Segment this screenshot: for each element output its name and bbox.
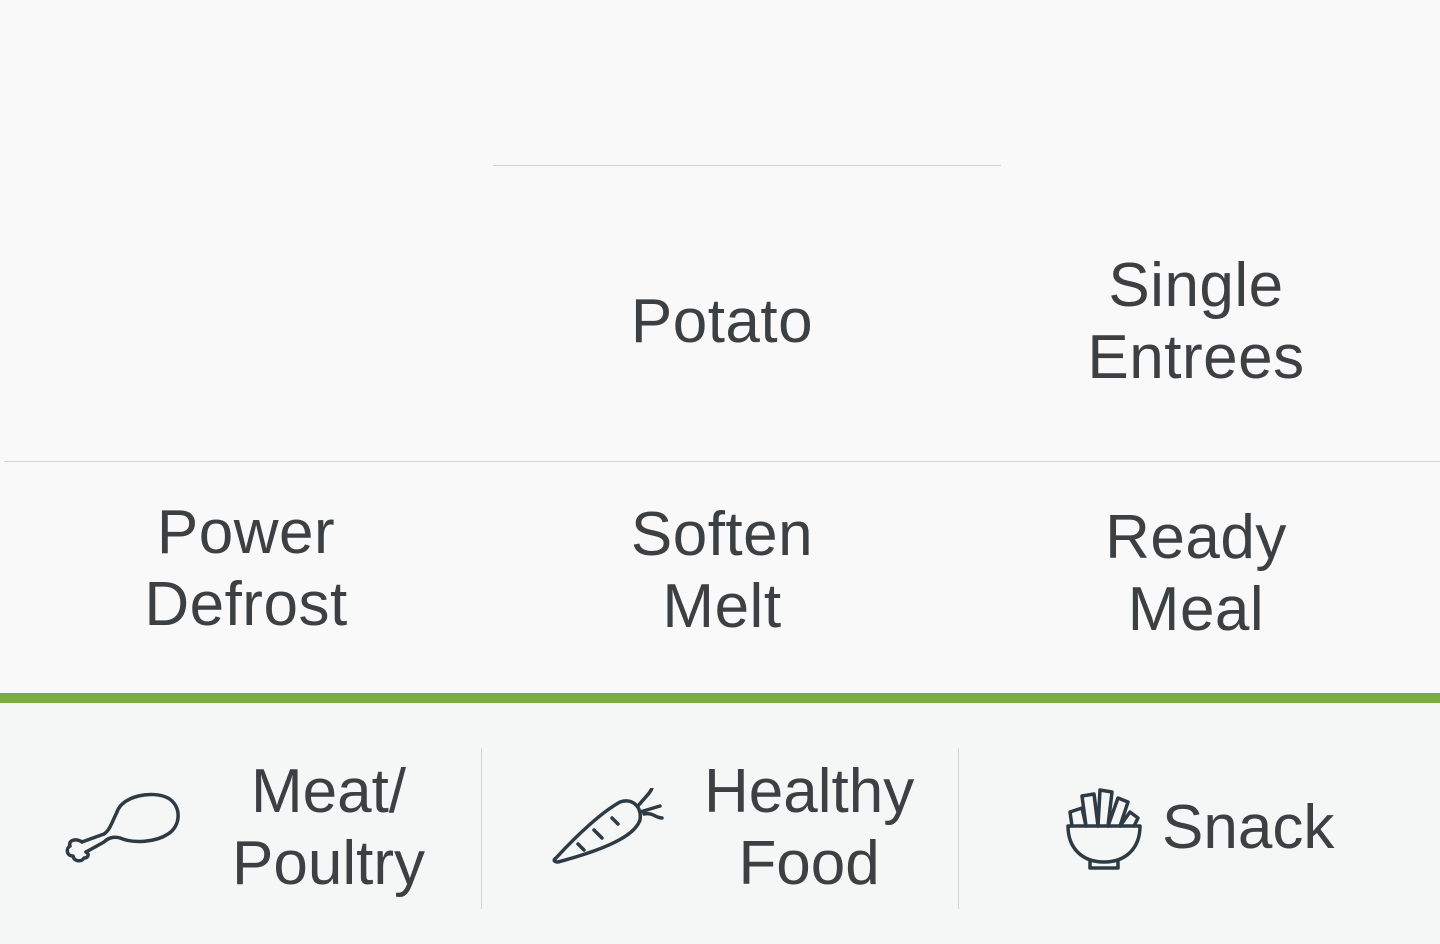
row-divider	[4, 461, 1440, 462]
category-accent-bar	[0, 693, 1440, 703]
category-healthy-food-button[interactable]: Healthy Food	[548, 748, 948, 908]
snack-bowl-icon	[1064, 786, 1144, 870]
category-panel: Meat/ Poultry Healthy Food Snack	[0, 703, 1440, 944]
mode-ready-meal-button[interactable]: Ready Meal	[958, 502, 1434, 646]
mode-single-entrees-label: Single Entrees	[1087, 251, 1305, 392]
category-snack-button[interactable]: Snack	[1064, 748, 1424, 908]
mode-potato-button[interactable]: Potato	[482, 250, 962, 394]
mode-single-entrees-button[interactable]: Single Entrees	[958, 250, 1434, 394]
mode-soften-melt-label: Soften Melt	[630, 500, 814, 641]
mode-power-defrost-label: Power Defrost	[144, 498, 348, 639]
category-snack-label: Snack	[1162, 793, 1335, 862]
category-divider-1	[481, 748, 482, 909]
mode-soften-melt-button[interactable]: Soften Melt	[482, 499, 962, 643]
carrot-icon	[548, 788, 668, 868]
category-divider-2	[958, 748, 959, 909]
cooking-mode-screen: Potato Single Entrees Power Defrost Soft…	[0, 0, 1440, 944]
category-meat-poultry-label: Meat/ Poultry	[232, 757, 425, 898]
mode-potato-label: Potato	[630, 287, 814, 356]
top-divider	[493, 165, 1001, 166]
category-healthy-food-label: Healthy Food	[704, 757, 915, 898]
chicken-leg-icon	[60, 788, 182, 868]
mode-ready-meal-label: Ready Meal	[1105, 503, 1287, 644]
mode-power-defrost-button[interactable]: Power Defrost	[6, 497, 486, 641]
category-meat-poultry-button[interactable]: Meat/ Poultry	[60, 748, 460, 908]
